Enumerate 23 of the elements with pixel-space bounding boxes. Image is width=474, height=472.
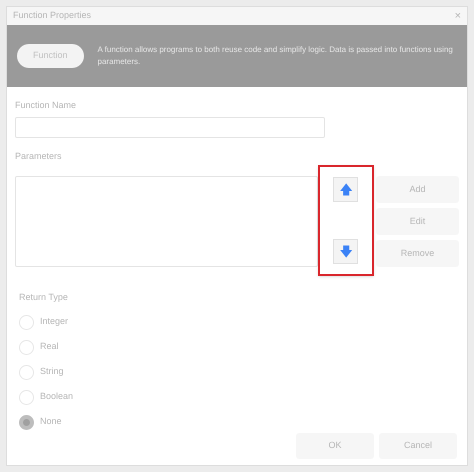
close-button[interactable]: × [454, 10, 461, 22]
radio-option[interactable]: Boolean [19, 390, 74, 404]
parameter-button[interactable]: Edit [376, 208, 459, 235]
parameters-list[interactable] [15, 176, 318, 267]
field-label: Return Type [19, 291, 69, 304]
field-label: Parameters [15, 150, 63, 162]
radio-option[interactable]: String [19, 364, 64, 380]
move-up-button[interactable]: 🡅 [333, 177, 358, 202]
radio-button[interactable] [19, 414, 34, 430]
down-arrow-icon: 🡇 [339, 245, 352, 258]
dialog-button[interactable]: OK [296, 432, 374, 458]
dialog-button[interactable]: Cancel [379, 432, 457, 458]
header-description: A function allows programs to both reuse code and simplify logic. Data is passed into functions using parameters. [98, 44, 454, 68]
radio-option[interactable]: Real [19, 340, 59, 354]
radio-option[interactable]: None [19, 414, 62, 430]
parameter-button[interactable]: Remove [376, 240, 459, 267]
parameter-button[interactable]: Add [376, 176, 459, 203]
up-arrow-icon: 🡅 [339, 183, 352, 196]
window-title: Function Properties [13, 9, 92, 22]
move-down-button[interactable]: 🡇 [333, 239, 358, 264]
radio-option[interactable]: Integer [19, 314, 68, 330]
field-label: Function Name [15, 99, 78, 112]
function-name-input[interactable] [15, 116, 325, 138]
